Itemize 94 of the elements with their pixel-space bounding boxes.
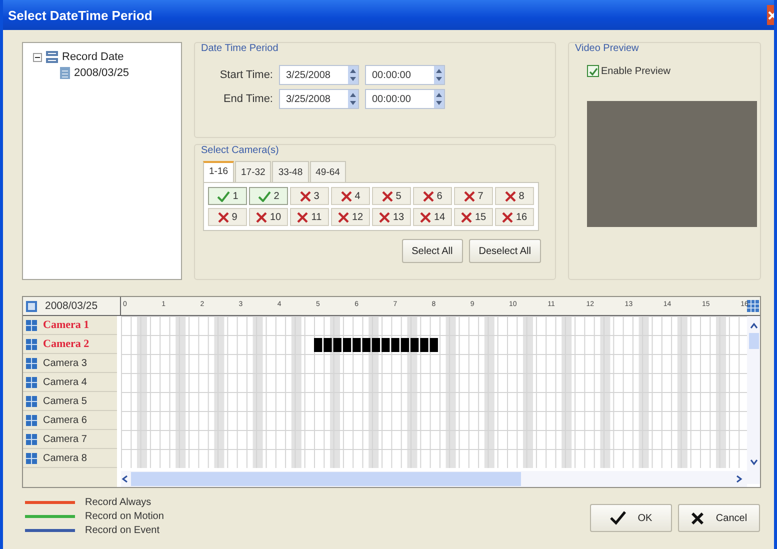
spinner-icon[interactable]	[434, 90, 444, 108]
camera-toggle[interactable]: 2	[249, 187, 288, 205]
legend-label: Record on Event	[85, 525, 160, 536]
cross-icon	[256, 212, 267, 222]
check-icon	[610, 511, 626, 525]
camera-row-icon	[26, 452, 37, 464]
camera-toggle[interactable]: 10	[249, 208, 288, 226]
vertical-scrollbar[interactable]	[747, 316, 760, 484]
camera-name[interactable]: Camera 5	[43, 396, 87, 406]
cross-icon	[420, 212, 431, 222]
date-field[interactable]: 3/25/2008	[279, 89, 359, 109]
checkbox[interactable]	[587, 65, 599, 77]
tree-item[interactable]: Record Date	[62, 51, 124, 63]
camera-row-icon	[26, 434, 37, 444]
camera-row-icon	[26, 358, 37, 368]
window-title: Select DateTime Period	[8, 8, 152, 22]
database-icon	[45, 50, 59, 64]
scroll-down-icon[interactable]	[750, 458, 758, 466]
close-button[interactable]	[767, 5, 774, 25]
tab[interactable]: 1-16	[203, 161, 234, 182]
tab[interactable]: 49-64	[310, 161, 346, 182]
timeline-date: 2008/03/25	[45, 300, 98, 312]
scroll-thumb[interactable]	[748, 333, 759, 349]
date-field[interactable]: 3/25/2008	[279, 65, 359, 85]
legend-label: Record on Motion	[85, 511, 164, 522]
cross-icon	[502, 212, 513, 222]
cross-icon	[382, 190, 393, 202]
group-title: Date Time Period	[201, 43, 278, 54]
camera-name[interactable]: Camera 2	[43, 338, 90, 350]
camera-toggle[interactable]: 5	[372, 187, 411, 205]
camera-toggle[interactable]: 15	[454, 208, 493, 226]
cross-icon	[378, 212, 390, 222]
cross-icon	[218, 212, 229, 222]
tree-item[interactable]: 2008/03/25	[74, 67, 130, 79]
scroll-up-icon[interactable]	[750, 322, 758, 330]
camera-toggle[interactable]: 13	[372, 208, 411, 226]
cross-icon	[300, 190, 311, 202]
scroll-thumb[interactable]	[131, 472, 522, 486]
cross-icon	[464, 190, 475, 202]
tab[interactable]: 17-32	[235, 161, 272, 182]
camera-toggle[interactable]: 16	[495, 208, 534, 226]
cross-icon	[338, 212, 349, 222]
group-title: Select Camera(s)	[201, 145, 279, 156]
ok-button[interactable]: OK	[590, 504, 672, 532]
cross-icon	[340, 190, 352, 202]
camera-row-icon	[26, 376, 37, 388]
camera-toggle[interactable]: 4	[331, 187, 370, 205]
cross-icon	[690, 512, 704, 524]
cross-icon	[460, 212, 472, 222]
camera-toggle[interactable]: 14	[413, 208, 452, 226]
collapse-icon[interactable]	[33, 52, 42, 62]
grid-icon[interactable]	[747, 300, 759, 312]
horizontal-scrollbar[interactable]	[121, 471, 748, 487]
camera-toggle[interactable]: 7	[454, 187, 493, 205]
select-button[interactable]: Select All	[402, 239, 463, 263]
camera-name[interactable]: Camera 3	[43, 358, 87, 368]
camera-row-icon	[26, 338, 37, 350]
cancel-button[interactable]: Cancel	[678, 504, 760, 532]
spinner-icon[interactable]	[434, 66, 444, 84]
checkbox-label: Enable Preview	[601, 66, 670, 76]
legend-label: Record Always	[85, 497, 152, 508]
field-label: End Time:	[222, 93, 273, 105]
camera-toggle[interactable]: 8	[495, 187, 534, 205]
time-field[interactable]: 00:00:00	[365, 89, 445, 109]
camera-name[interactable]: Camera 6	[43, 414, 87, 426]
calendar-icon	[26, 300, 37, 312]
camera-row-icon	[26, 396, 37, 406]
check-icon	[258, 190, 271, 202]
cross-icon	[297, 212, 308, 222]
calendar-icon	[59, 66, 71, 80]
spinner-icon[interactable]	[348, 66, 358, 84]
group-title: Video Preview	[575, 43, 639, 54]
camera-toggle[interactable]: 9	[208, 208, 247, 226]
camera-name[interactable]: Camera 1	[43, 319, 90, 331]
camera-toggle[interactable]: 6	[413, 187, 452, 205]
check-icon	[216, 190, 230, 202]
time-field[interactable]: 00:00:00	[365, 65, 445, 85]
camera-name[interactable]: Camera 4	[43, 376, 87, 388]
camera-row-icon	[26, 414, 37, 426]
tab[interactable]: 33-48	[272, 161, 309, 182]
camera-toggle[interactable]: 3	[290, 187, 329, 205]
cross-icon	[422, 190, 434, 202]
camera-name[interactable]: Camera 8	[43, 452, 87, 464]
field-label: Start Time:	[218, 69, 273, 81]
scroll-left-icon[interactable]	[121, 475, 130, 483]
spinner-icon[interactable]	[348, 90, 358, 108]
select-button[interactable]: Deselect All	[468, 239, 541, 263]
scroll-right-icon[interactable]	[735, 475, 744, 483]
camera-toggle[interactable]: 11	[290, 208, 329, 226]
camera-name[interactable]: Camera 7	[43, 434, 87, 444]
cross-icon	[504, 190, 516, 202]
camera-row-icon	[26, 320, 37, 330]
camera-toggle[interactable]: 1	[208, 187, 247, 205]
camera-toggle[interactable]: 12	[331, 208, 370, 226]
